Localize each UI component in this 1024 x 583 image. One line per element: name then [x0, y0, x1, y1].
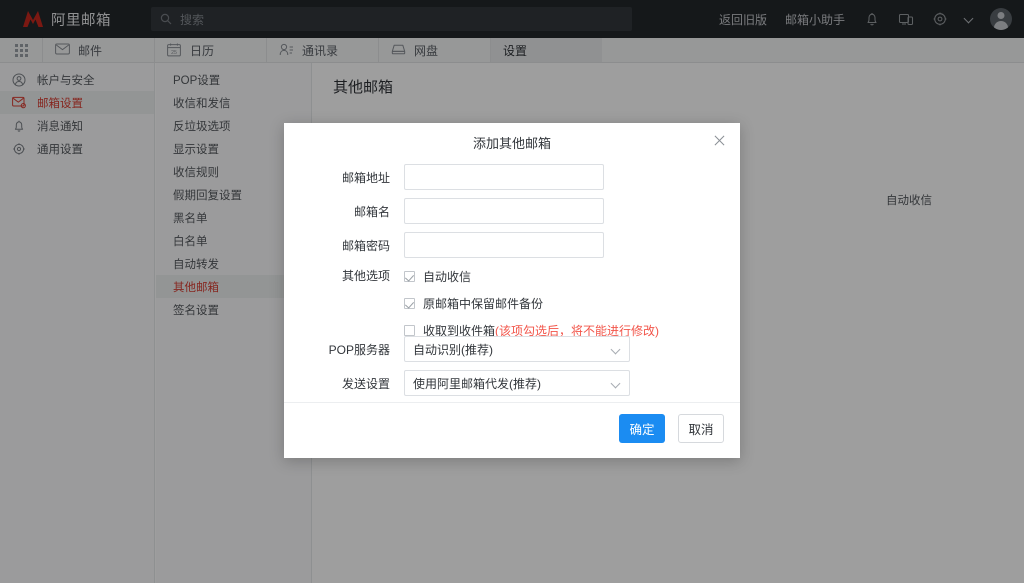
field-row-send-settings: 发送设置 使用阿里邮箱代发(推荐) [324, 370, 630, 396]
option-keep-backup-label: 原邮箱中保留邮件备份 [423, 296, 544, 311]
option-keep-backup[interactable]: 原邮箱中保留邮件备份 [404, 293, 659, 313]
option-auto-receive-label: 自动收信 [423, 269, 472, 284]
close-icon[interactable] [712, 133, 728, 149]
pop-server-value: 自动识别(推荐) [413, 342, 493, 357]
email-address-label: 邮箱地址 [341, 170, 390, 185]
confirm-button[interactable]: 确定 [619, 414, 665, 443]
option-auto-receive[interactable]: 自动收信 [404, 266, 659, 286]
other-options-group: 其他选项 自动收信 原邮箱中保留邮件备份 收取到收件箱 (该项勾选后，将不能进行… [324, 266, 659, 340]
option-receive-to-inbox-checkbox[interactable] [404, 324, 415, 336]
field-row-email-address: 邮箱地址 [324, 164, 604, 190]
mailbox-name-input[interactable] [404, 198, 604, 224]
mailbox-password-label: 邮箱密码 [341, 238, 390, 253]
chevron-down-icon [612, 380, 620, 388]
field-row-mailbox-name: 邮箱名 [324, 198, 604, 224]
add-other-mailbox-dialog: 添加其他邮箱 邮箱地址 邮箱名 邮箱密码 其他选项 自动收信 原邮箱中保留邮件备… [284, 123, 740, 458]
send-settings-label: 发送设置 [341, 376, 390, 391]
dialog-footer: 确定 取消 [284, 402, 740, 458]
chevron-down-icon [612, 346, 620, 354]
option-keep-backup-checkbox[interactable] [404, 297, 415, 309]
app-root: 阿里邮箱 搜索 返回旧版 邮箱小助手 邮件 25 日历 通讯录 网盘 设置 帐户… [0, 0, 1024, 583]
send-settings-select[interactable]: 使用阿里邮箱代发(推荐) [404, 370, 630, 396]
pop-server-label: POP服务器 [328, 342, 390, 357]
send-settings-value: 使用阿里邮箱代发(推荐) [413, 376, 541, 391]
option-auto-receive-checkbox[interactable] [404, 270, 415, 282]
cancel-button[interactable]: 取消 [678, 414, 724, 443]
pop-server-select[interactable]: 自动识别(推荐) [404, 336, 630, 362]
other-options-list: 自动收信 原邮箱中保留邮件备份 收取到收件箱 (该项勾选后，将不能进行修改) [404, 266, 659, 340]
mailbox-password-input[interactable] [404, 232, 604, 258]
field-row-mailbox-password: 邮箱密码 [324, 232, 604, 258]
field-row-pop-server: POP服务器 自动识别(推荐) [324, 336, 630, 362]
email-address-input[interactable] [404, 164, 604, 190]
other-options-label: 其他选项 [341, 269, 390, 283]
dialog-title: 添加其他邮箱 [472, 136, 551, 151]
mailbox-name-label: 邮箱名 [353, 204, 390, 219]
